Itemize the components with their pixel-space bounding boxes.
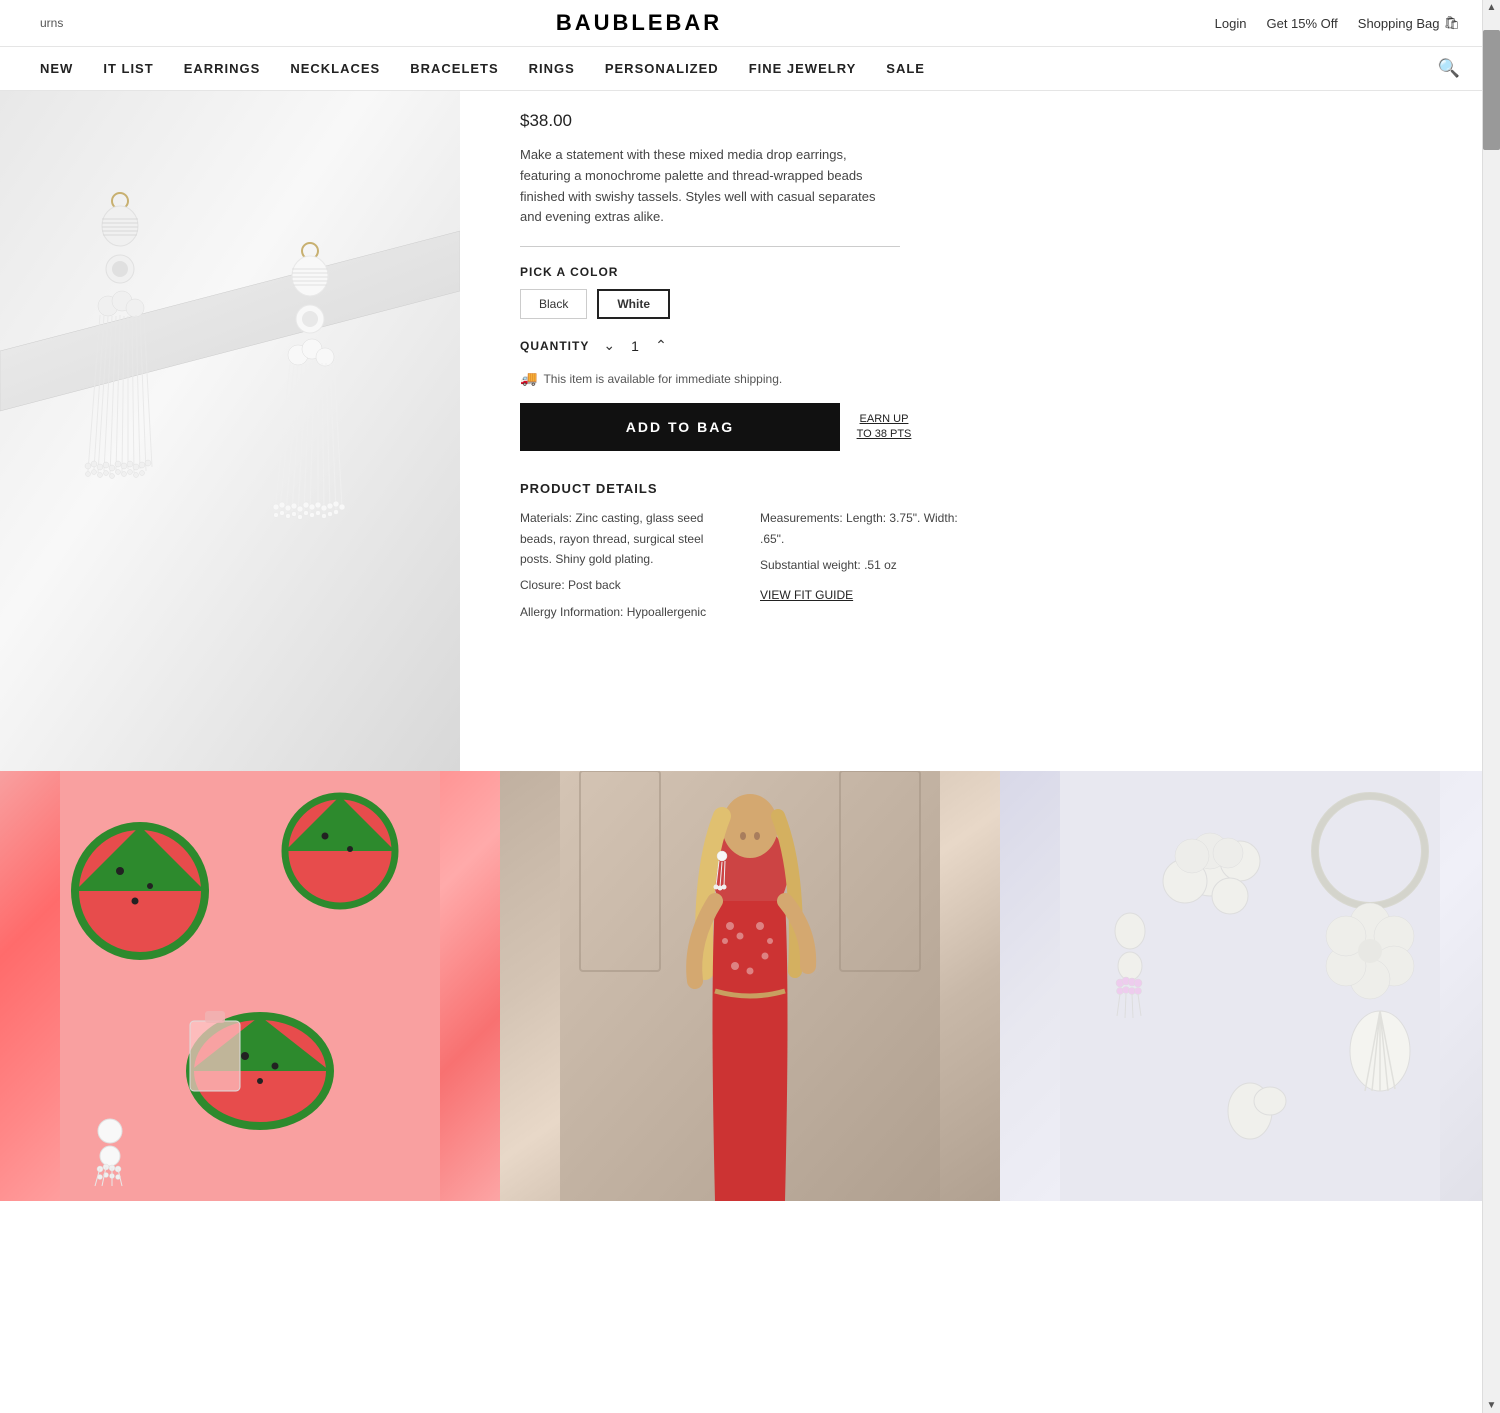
scrollbar-thumb[interactable]	[1483, 30, 1500, 150]
discount-link[interactable]: Get 15% Off	[1266, 16, 1337, 31]
social-images-section	[0, 771, 1500, 1201]
shipping-icon: 🚚	[520, 370, 537, 387]
color-label: PICK A COLOR	[520, 265, 1440, 279]
quantity-controls: ⌄ 1 ⌃	[603, 337, 666, 354]
color-options: Black White	[520, 289, 1440, 319]
nav-rings[interactable]: RINGS	[529, 61, 575, 76]
scroll-up-arrow[interactable]: ▲	[1483, 2, 1500, 13]
product-image-container	[0, 91, 460, 771]
product-description: Make a statement with these mixed media …	[520, 145, 900, 247]
product-details-section: PRODUCT DETAILS Materials: Zinc casting,…	[520, 481, 1440, 622]
quantity-increase[interactable]: ⌃	[655, 337, 667, 354]
product-price: $38.00	[520, 111, 1440, 131]
returns-link[interactable]: urns	[40, 16, 63, 30]
shopping-bag-link[interactable]: Shopping Bag 🛍	[1358, 15, 1460, 31]
product-details-grid: Materials: Zinc casting, glass seed bead…	[520, 508, 1440, 622]
social-image-2	[500, 771, 1000, 1201]
nav-necklaces[interactable]: NECKLACES	[290, 61, 380, 76]
measurements-info: Measurements: Length: 3.75". Width: .65"…	[760, 508, 960, 549]
product-image	[0, 91, 460, 771]
nav-it-list[interactable]: IT LIST	[103, 61, 153, 76]
nav-earrings[interactable]: EARRINGS	[184, 61, 261, 76]
nav-sale[interactable]: SALE	[886, 61, 925, 76]
quantity-value: 1	[625, 338, 645, 354]
product-details-right: Measurements: Length: 3.75". Width: .65"…	[760, 508, 960, 622]
closure-info: Closure: Post back	[520, 575, 720, 595]
nav-personalized[interactable]: PERSONALIZED	[605, 61, 719, 76]
color-white-button[interactable]: White	[597, 289, 670, 319]
shipping-note: 🚚 This item is available for immediate s…	[520, 370, 1440, 387]
weight-info: Substantial weight: .51 oz	[760, 555, 960, 575]
product-details: $38.00 Make a statement with these mixed…	[460, 91, 1500, 771]
color-section: PICK A COLOR Black White	[520, 265, 1440, 319]
material-info: Materials: Zinc casting, glass seed bead…	[520, 508, 720, 569]
allergy-info: Allergy Information: Hypoallergenic	[520, 602, 720, 622]
color-black-button[interactable]: Black	[520, 289, 587, 319]
add-to-bag-button[interactable]: ADD TO BAG	[520, 403, 840, 451]
bag-icon: 🛍	[1443, 15, 1460, 31]
top-bar-right: Login Get 15% Off Shopping Bag 🛍	[1215, 15, 1460, 31]
social-image-3	[1000, 771, 1500, 1201]
search-icon[interactable]: 🔍	[1438, 58, 1460, 79]
nav-bracelets[interactable]: BRACELETS	[410, 61, 498, 76]
scroll-down-arrow[interactable]: ▼	[1483, 1400, 1500, 1411]
scrollbar[interactable]: ▲ ▼	[1482, 0, 1500, 1413]
quantity-decrease[interactable]: ⌄	[603, 337, 615, 354]
quantity-label: QUANTITY	[520, 339, 589, 353]
earn-points-label: EARN UP TO 38 PTS	[854, 412, 914, 443]
login-link[interactable]: Login	[1215, 16, 1247, 31]
shopping-bag-label: Shopping Bag	[1358, 16, 1440, 31]
add-to-bag-row: ADD TO BAG EARN UP TO 38 PTS	[520, 403, 1440, 451]
shipping-note-text: This item is available for immediate shi…	[543, 372, 782, 386]
nav-new[interactable]: NEW	[40, 61, 73, 76]
social-image-1	[0, 771, 500, 1201]
site-logo[interactable]: BAUBLEBAR	[556, 10, 722, 36]
main-nav: NEW IT LIST EARRINGS NECKLACES BRACELETS…	[0, 47, 1500, 91]
fit-guide-link[interactable]: VIEW FIT GUIDE	[760, 588, 853, 602]
product-details-left: Materials: Zinc casting, glass seed bead…	[520, 508, 720, 622]
top-bar: urns BAUBLEBAR Login Get 15% Off Shoppin…	[0, 0, 1500, 47]
product-section: $38.00 Make a statement with these mixed…	[0, 91, 1500, 771]
product-details-title: PRODUCT DETAILS	[520, 481, 1440, 496]
quantity-section: QUANTITY ⌄ 1 ⌃	[520, 337, 1440, 354]
nav-fine-jewelry[interactable]: FINE JEWELRY	[749, 61, 857, 76]
